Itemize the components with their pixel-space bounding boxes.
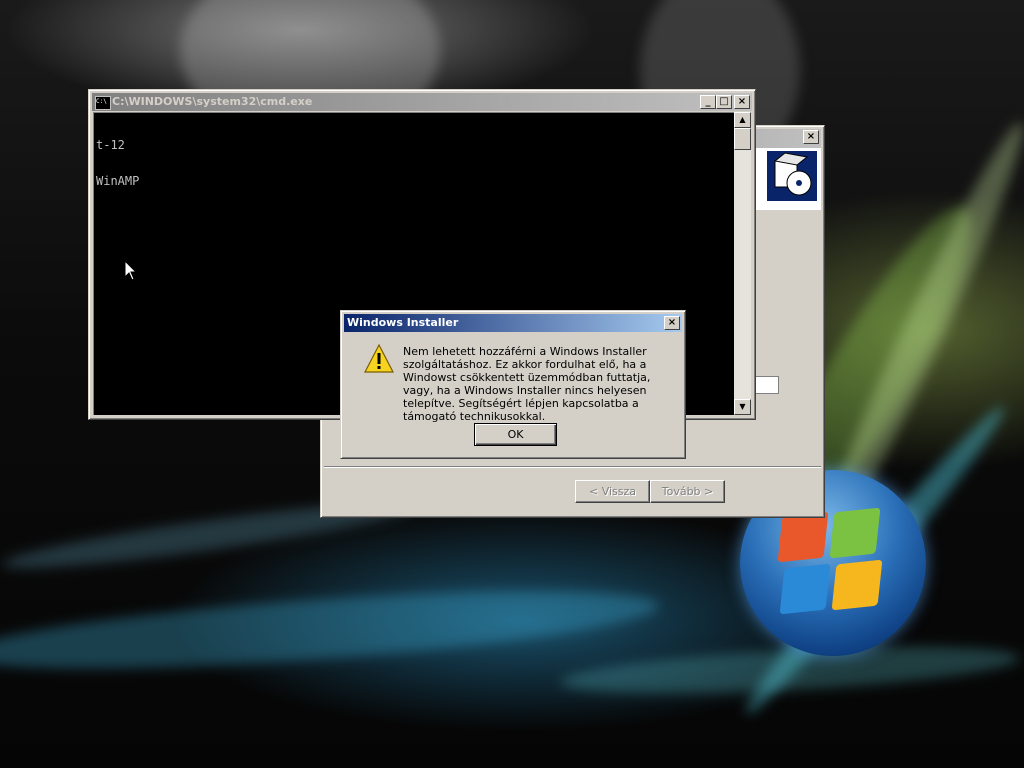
mouse-cursor-icon [124, 260, 138, 281]
error-message: Nem lehetett hozzáférni a Windows Instal… [403, 345, 651, 423]
cmd-window-title: C:\WINDOWS\system32\cmd.exe [112, 95, 313, 108]
cmd-titlebar: C:\WINDOWS\system32\cmd.exe [92, 93, 752, 111]
setup-close-button[interactable]: × [803, 130, 819, 144]
minimize-button[interactable]: _ [700, 95, 716, 109]
scroll-thumb[interactable] [734, 128, 751, 150]
warning-icon [364, 343, 394, 373]
installer-dialog-title: Windows Installer [347, 316, 459, 329]
close-button[interactable]: × [734, 95, 750, 109]
next-button[interactable]: Tovább > [650, 480, 725, 503]
installer-dialog-titlebar: Windows Installer [344, 314, 682, 332]
back-button[interactable]: < Vissza [575, 480, 650, 503]
installer-dialog: Windows Installer × Nem lehetett hozzáfé… [340, 310, 686, 459]
setup-installer-icon [767, 151, 817, 201]
console-line: WinAMP [96, 174, 140, 188]
ok-button[interactable]: OK [474, 423, 557, 446]
installer-dialog-close-button[interactable]: × [664, 316, 680, 330]
console-icon: C:\ [95, 96, 111, 110]
maximize-button[interactable]: □ [716, 95, 732, 109]
scroll-up-button[interactable]: ▲ [734, 112, 751, 128]
scroll-down-button[interactable]: ▼ [734, 399, 751, 415]
setup-separator [324, 466, 821, 468]
console-line: t-12 [96, 138, 125, 152]
setup-progress-field [753, 376, 779, 394]
vertical-scrollbar[interactable]: ▲ ▼ [734, 112, 751, 415]
